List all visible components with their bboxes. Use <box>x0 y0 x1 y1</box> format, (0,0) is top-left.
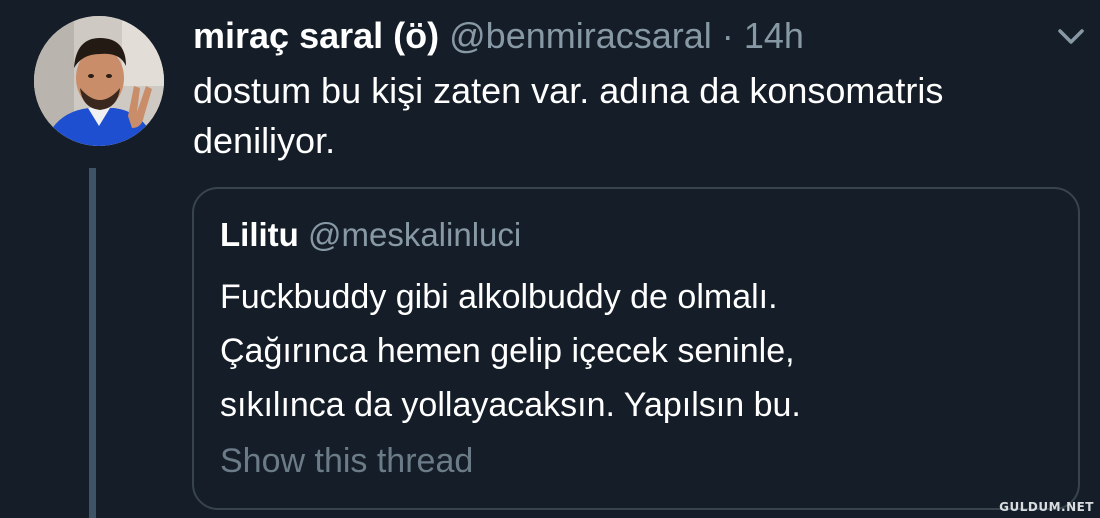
chevron-down-icon[interactable] <box>1054 24 1088 50</box>
avatar-photo <box>34 16 164 146</box>
quoted-tweet[interactable]: Lilitu @meskalinluci Fuckbuddy gibi alko… <box>192 187 1080 510</box>
show-thread-link[interactable]: Show this thread <box>220 439 473 483</box>
thread-line <box>89 168 96 518</box>
avatar[interactable] <box>34 16 164 146</box>
quote-text-line: sıkılınca da yollayacaksın. Yapılsın bu. <box>220 386 801 424</box>
tweet-card[interactable]: miraç saral (ö) @benmiracsaral · 14h dos… <box>0 0 1100 518</box>
tweet-text: dostum bu kişi zaten var. adına da konso… <box>193 70 944 161</box>
quote-user-handle: @meskalinluci <box>307 216 522 253</box>
quote-text-line: Fuckbuddy gibi alkolbuddy de olmalı. <box>220 278 778 316</box>
quote-text: Fuckbuddy gibi alkolbuddy de olmalı. Çağ… <box>220 270 1060 432</box>
watermark: GULDUM.NET <box>999 500 1094 514</box>
quote-display-name: Lilitu <box>220 216 299 253</box>
user-handle[interactable]: @benmiracsaral <box>449 15 712 56</box>
quote-header: Lilitu @meskalinluci <box>220 213 521 257</box>
timestamp[interactable]: 14h <box>744 15 804 56</box>
separator-dot: · <box>721 15 734 56</box>
quote-text-line: Çağırınca hemen gelip içecek seninle, <box>220 332 795 370</box>
tweet-header: miraç saral (ö) @benmiracsaral · 14h <box>193 14 804 58</box>
display-name[interactable]: miraç saral (ö) <box>193 15 439 56</box>
